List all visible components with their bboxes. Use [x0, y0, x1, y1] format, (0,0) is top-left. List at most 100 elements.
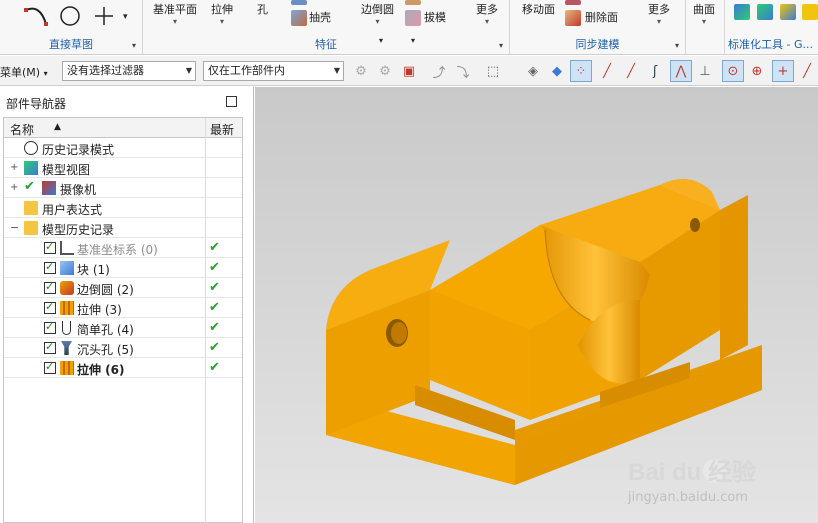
chamfer-icon[interactable] [405, 0, 421, 5]
scope-dropdown-icon: ▼ [333, 66, 340, 75]
rectangle-select-icon[interactable]: ⬚ [482, 60, 504, 82]
std-tool-icon[interactable] [802, 4, 818, 20]
tree-row-feature[interactable]: 基准坐标系 (0) ✔ [4, 238, 242, 258]
up-to-date-check-icon: ✔ [209, 280, 220, 295]
point-on-curve-snap-icon[interactable]: ╱ [796, 60, 818, 82]
visibility-checkbox[interactable] [44, 340, 56, 354]
cameras-label: 摄像机 [60, 183, 97, 197]
curve-point-snap-icon[interactable]: ʃ [644, 60, 666, 82]
baidu-watermark-logo: Bai du 经验 [628, 458, 756, 486]
navigator-title: 部件导航器 [6, 97, 67, 111]
collapse-icon[interactable]: − [10, 221, 19, 234]
tree-row-model-views[interactable]: + 模型视图 [4, 158, 242, 178]
part-navigator: 部件导航器 名称 ▲ 最新 历史记录模式 + 模型视图 + ✔ 摄像机 用户表达… [0, 87, 254, 523]
tree-row-feature[interactable]: 边倒圆 (2) ✔ [4, 278, 242, 298]
body-filter-icon[interactable]: ◆ [546, 60, 568, 82]
visibility-checkbox[interactable] [44, 320, 56, 334]
up-to-date-check-icon: ✔ [209, 360, 220, 375]
select-all-icon[interactable]: ⤴ [428, 60, 450, 82]
feature-label: 块 (1) [77, 263, 110, 277]
extrude-icon [60, 361, 74, 375]
visibility-checkbox[interactable] [44, 260, 56, 274]
sort-ascending-icon[interactable]: ▲ [54, 122, 61, 132]
visibility-checkbox[interactable] [44, 240, 56, 254]
arc-sketch-icon[interactable] [22, 4, 52, 28]
surface-dropdown-icon[interactable]: ▾ [693, 17, 715, 27]
datum-plane-button[interactable]: 基准平面 ▾ [153, 3, 197, 27]
tree-row-user-expressions[interactable]: 用户表达式 [4, 198, 242, 218]
feature-group-expand-icon[interactable]: ▾ [499, 41, 503, 50]
arc-center-snap-icon[interactable]: ⊙ [722, 60, 744, 82]
unite-icon[interactable] [291, 0, 307, 5]
std-library-icon[interactable] [780, 4, 796, 20]
general-selection-icon[interactable]: ⚙ [350, 60, 372, 82]
face-filter-icon[interactable]: ◈ [522, 60, 544, 82]
feature-label: 简单孔 (4) [77, 323, 134, 337]
type-filter-dropdown-icon: ▼ [185, 66, 192, 75]
tree-row-feature[interactable]: 简单孔 (4) ✔ [4, 318, 242, 338]
history-mode-label: 历史记录模式 [42, 143, 115, 157]
move-face-button[interactable]: 移动面 [522, 3, 555, 17]
circle-sketch-icon[interactable] [58, 4, 82, 28]
std-fastener-icon[interactable] [757, 4, 773, 20]
more-sync-label: 更多 [648, 3, 670, 16]
hole-button[interactable]: 孔 [257, 3, 268, 17]
deselect-icon[interactable]: ⤵ [452, 60, 474, 82]
checkmark-icon: ✔ [24, 179, 35, 194]
std-part-icon[interactable] [734, 4, 750, 20]
sync-group-expand-icon[interactable]: ▾ [675, 41, 679, 50]
draft-button[interactable]: 拔模 [424, 11, 446, 25]
shell-icon [291, 10, 307, 26]
more-features-dropdown-icon[interactable]: ▾ [476, 17, 498, 27]
tree-row-feature-current[interactable]: 拉伸 (6) ✔ [4, 358, 242, 378]
edge-blend-dropdown-icon[interactable]: ▾ [361, 17, 394, 27]
surface-button[interactable]: 曲面 ▾ [693, 3, 715, 27]
replace-face-icon[interactable] [565, 0, 581, 5]
column-newest-header[interactable]: 最新 [210, 121, 234, 138]
menu-label: 菜单(M) [0, 66, 41, 79]
midpoint-snap-icon[interactable]: ╱ [620, 60, 642, 82]
type-filter-select[interactable]: 没有选择过滤器 ▼ [62, 61, 196, 81]
maximize-icon[interactable] [226, 96, 237, 107]
quadrant-snap-icon[interactable]: ⊥ [694, 60, 716, 82]
visibility-checkbox[interactable] [44, 360, 56, 374]
more-features-button[interactable]: 更多 ▾ [476, 3, 498, 27]
column-name-header[interactable]: 名称 [10, 121, 34, 138]
selection-intent-icon[interactable]: ▣ [398, 60, 420, 82]
intersection-snap-icon[interactable]: ⋀ [670, 60, 692, 82]
datum-plane-dropdown-icon[interactable]: ▾ [153, 17, 197, 27]
endpoint-snap-icon[interactable]: ╱ [596, 60, 618, 82]
std-group-label: 标准化工具 - G... [728, 38, 813, 51]
delete-face-button[interactable]: 删除面 [585, 11, 618, 25]
snap-point-icon[interactable]: ⁘ [570, 60, 592, 82]
sync-modeling-group: 移动面 删除面 更多 ▾ 同步建模 ▾ [510, 0, 686, 55]
tree-row-feature[interactable]: 拉伸 (3) ✔ [4, 298, 242, 318]
feature-selection-icon[interactable]: ⚙ [374, 60, 396, 82]
scope-select[interactable]: 仅在工作部件内 ▼ [203, 61, 344, 81]
tree-row-feature[interactable]: 块 (1) ✔ [4, 258, 242, 278]
visibility-checkbox[interactable] [44, 280, 56, 294]
model-history-label: 模型历史记录 [42, 223, 115, 237]
more-sync-button[interactable]: 更多 ▾ [648, 3, 670, 27]
point-sketch-icon[interactable] [92, 4, 116, 28]
menu-button[interactable]: 菜单(M) ▾ [0, 64, 48, 80]
extrude-button[interactable]: 拉伸 ▾ [211, 3, 233, 27]
tree-row-model-history[interactable]: − 模型历史记录 [4, 218, 242, 238]
tree-row-history-mode[interactable]: 历史记录模式 [4, 138, 242, 158]
sketch-group-expand-icon[interactable]: ▾ [132, 41, 136, 50]
more-sync-dropdown-icon[interactable]: ▾ [648, 17, 670, 27]
circle-point-snap-icon[interactable]: ⊕ [746, 60, 768, 82]
sketch-gallery-dropdown-icon[interactable]: ▾ [123, 12, 128, 22]
expand-icon[interactable]: + [10, 182, 18, 193]
existing-point-snap-icon[interactable]: + [772, 60, 794, 82]
expand-icon[interactable]: + [10, 162, 18, 173]
extrude-dropdown-icon[interactable]: ▾ [211, 17, 233, 27]
tree-header: 名称 ▲ 最新 [4, 118, 242, 138]
tree-row-cameras[interactable]: + ✔ 摄像机 [4, 178, 242, 198]
shell-button[interactable]: 抽壳 [309, 11, 331, 25]
draft-icon [405, 10, 421, 26]
edge-blend-button[interactable]: 边倒圆 ▾ [361, 3, 394, 27]
tree-row-feature[interactable]: 沉头孔 (5) ✔ [4, 338, 242, 358]
visibility-checkbox[interactable] [44, 300, 56, 314]
block-icon [60, 261, 74, 275]
